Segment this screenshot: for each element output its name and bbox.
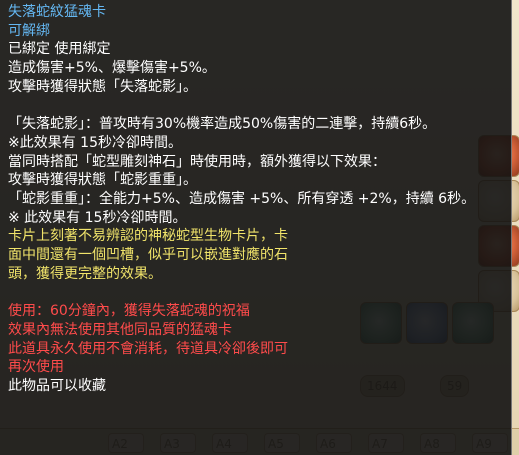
use-permanent-line: 此道具永久使用不會消耗，待道具冷卻後即可 xyxy=(8,340,288,357)
stat-line: 造成傷害+5%、爆擊傷害+5%。 xyxy=(8,60,216,77)
unbind-status: 可解綁 xyxy=(8,22,50,39)
effect-description: 「失落蛇影」：普攻時有30%機率造成50%傷害的二連擊，持續6秒。 xyxy=(8,116,437,133)
collectible-note: 此物品可以收藏 xyxy=(8,378,106,395)
bound-status: 已綁定 使用綁定 xyxy=(8,41,111,58)
cooldown-note: ※此效果有 15秒冷卻時間。 xyxy=(8,134,182,151)
attack-effect-line: 攻擊時獲得狀態「失落蛇影」。 xyxy=(8,78,197,95)
use-effect-line: 使用：60分鐘內，獲得失落蛇魂的祝福 xyxy=(8,303,250,320)
combo-condition: 當同時搭配「蛇型雕刻神石」時使用時，額外獲得以下效果： xyxy=(8,153,386,170)
use-again-line: 再次使用 xyxy=(8,359,64,376)
lore-line: 卡片上刻著不易辨認的神秘蛇型生物卡片，卡 xyxy=(8,228,288,245)
item-title: 失落蛇紋猛魂卡 xyxy=(8,4,106,20)
combo-cooldown-note: ※ 此效果有 15秒冷卻時間。 xyxy=(8,209,187,226)
combo-attack-effect: 攻擊時獲得狀態「蛇影重重」。 xyxy=(8,172,197,189)
lore-line: 頭，獲得更完整的效果。 xyxy=(8,265,162,282)
combo-effect-description: 「蛇影重重」：全能力+5%、造成傷害 +5%、所有穿透 +2%，持續 6秒。 xyxy=(8,191,476,208)
use-restriction-line: 效果內無法使用其他同品質的猛魂卡 xyxy=(8,321,232,338)
item-tooltip: 失落蛇紋猛魂卡 可解綁 已綁定 使用綁定 造成傷害+5%、爆擊傷害+5%。 攻擊… xyxy=(0,0,512,455)
lore-line: 面中間還有一個凹槽，似乎可以嵌進對應的石 xyxy=(8,247,288,264)
